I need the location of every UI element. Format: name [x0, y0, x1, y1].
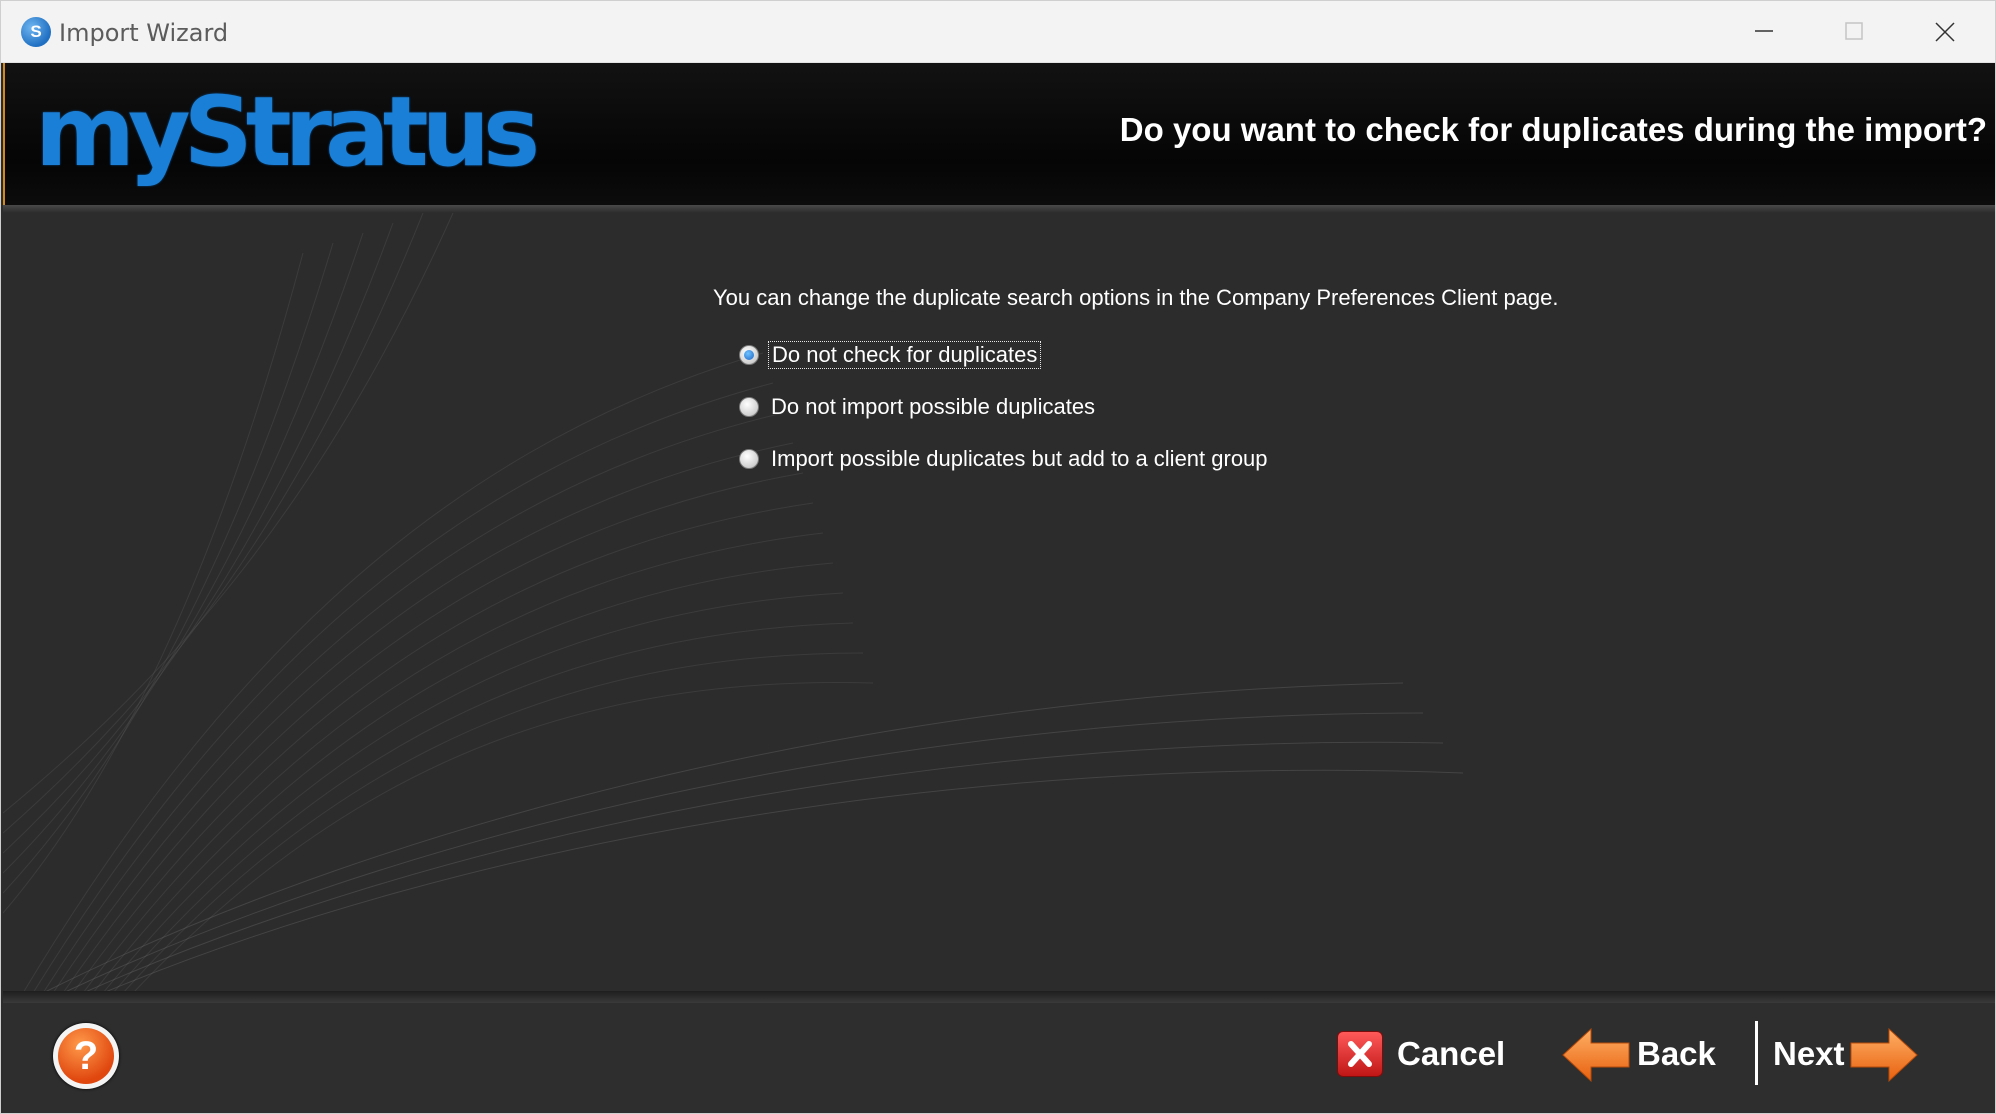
radio-import-add-group[interactable]: [739, 449, 759, 469]
footer-divider: [3, 991, 1995, 1003]
maximize-icon: [1845, 22, 1863, 40]
option-label[interactable]: Do not import possible duplicates: [768, 394, 1098, 420]
radio-do-not-check[interactable]: [739, 345, 759, 365]
duplicate-options-info: You can change the duplicate search opti…: [713, 285, 1559, 310]
title-bar: S Import Wizard: [1, 1, 1995, 63]
header-divider: [3, 205, 1995, 213]
step-question: Do you want to check for duplicates duri…: [1119, 111, 1987, 148]
help-button[interactable]: ?: [53, 1023, 119, 1089]
arrow-left-icon: [1562, 1027, 1630, 1083]
mystratus-logo: myStratus: [35, 76, 540, 188]
wizard-content: You can change the duplicate search opti…: [3, 213, 1995, 993]
next-button[interactable]: Next: [1771, 1023, 1931, 1083]
background-swirl-decoration: [3, 213, 1464, 993]
cancel-label: Cancel: [1397, 1035, 1506, 1072]
option-label[interactable]: Do not check for duplicates: [768, 341, 1042, 369]
close-icon: [1935, 22, 1955, 42]
button-separator: [1755, 1021, 1758, 1085]
help-icon: ?: [58, 1028, 114, 1084]
app-icon: S: [21, 17, 51, 47]
window-title: Import Wizard: [59, 19, 229, 47]
arrow-right-icon: [1850, 1027, 1918, 1083]
close-button[interactable]: [1899, 1, 1989, 62]
import-wizard-window: S Import Wizard myStratus Do you want to…: [0, 0, 1996, 1114]
radio-do-not-import[interactable]: [739, 397, 759, 417]
back-label: Back: [1637, 1035, 1716, 1072]
minimize-icon: [1755, 30, 1773, 32]
cancel-x-icon: [1337, 1031, 1383, 1077]
back-button[interactable]: Back: [1561, 1023, 1721, 1083]
wizard-header: myStratus Do you want to check for dupli…: [3, 63, 1995, 205]
next-label: Next: [1773, 1035, 1845, 1072]
cancel-button[interactable]: Cancel: [1337, 1029, 1517, 1089]
minimize-button[interactable]: [1719, 1, 1809, 62]
maximize-button: [1809, 1, 1899, 62]
wizard-footer: ? Cancel Back Next: [3, 1003, 1995, 1113]
option-label[interactable]: Import possible duplicates but add to a …: [768, 446, 1271, 472]
